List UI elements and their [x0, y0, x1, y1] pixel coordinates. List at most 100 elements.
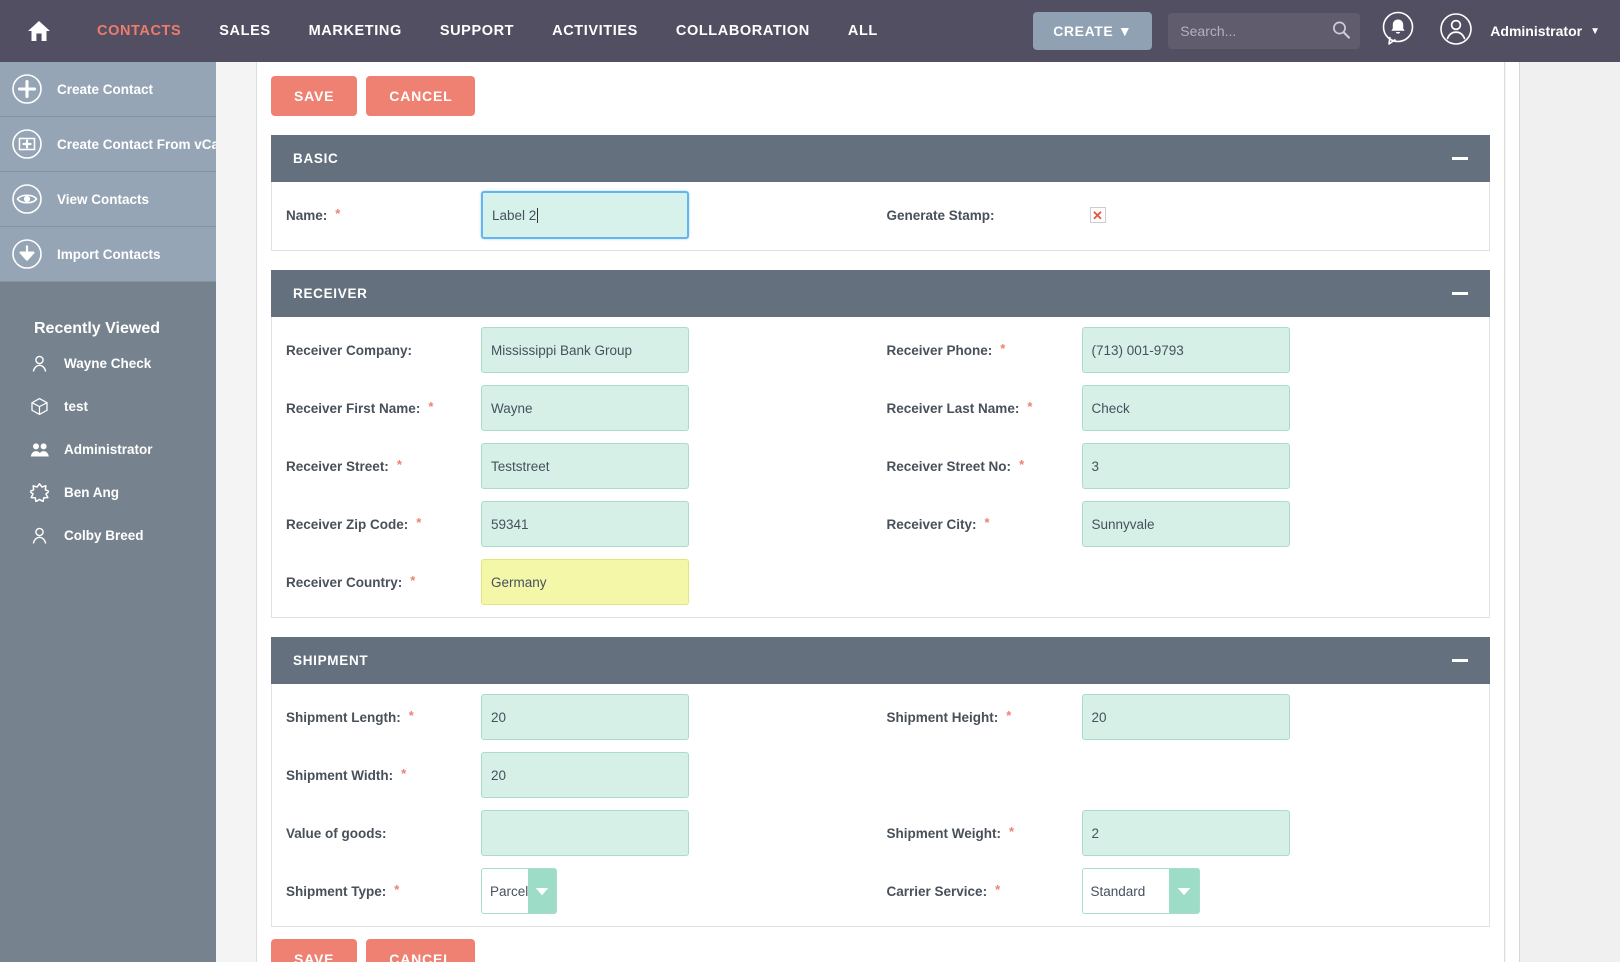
people-icon	[30, 440, 52, 459]
search-icon[interactable]	[1331, 20, 1351, 45]
save-button-bottom[interactable]: SAVE	[271, 939, 357, 962]
recent-item-test[interactable]: test	[0, 389, 216, 424]
top-navigation-right: CREATE ▼ A	[1033, 0, 1620, 62]
user-avatar-icon[interactable]	[1436, 9, 1476, 54]
sidebar-item-label: View Contacts	[57, 192, 149, 207]
home-icon[interactable]	[26, 18, 52, 44]
nav-link-all[interactable]: ALL	[829, 23, 897, 39]
field-row-zip-city: Receiver Zip Code: * 59341 Receiver City…	[272, 495, 1489, 553]
create-button[interactable]: CREATE ▼	[1033, 12, 1152, 50]
chevron-down-icon[interactable]	[528, 869, 556, 913]
required-marker: *	[1027, 400, 1032, 413]
recent-item-administrator[interactable]: Administrator	[0, 432, 216, 467]
field-label-shipment-height: Shipment Height: *	[887, 710, 1082, 725]
label-text: Receiver Street No:	[887, 459, 1012, 474]
minus-icon[interactable]	[1452, 659, 1468, 662]
required-marker: *	[409, 709, 414, 722]
chevron-down-icon[interactable]	[1169, 869, 1199, 913]
panel-basic-body: Name: * Label 2 Generate Stamp: ✕	[271, 182, 1490, 251]
recent-item-colby-breed[interactable]: Colby Breed	[0, 518, 216, 553]
star-burst-icon	[30, 483, 52, 502]
field-receiver-street: Receiver Street: * Teststreet	[272, 437, 881, 495]
recent-item-label: test	[64, 399, 88, 414]
field-row-first-last-name: Receiver First Name: * Wayne Receiver La…	[272, 379, 1489, 437]
cancel-button-top[interactable]: CANCEL	[366, 76, 475, 116]
nav-link-activities[interactable]: ACTIVITIES	[533, 23, 657, 39]
name-input[interactable]: Label 2	[481, 191, 689, 239]
field-label-shipment-weight: Shipment Weight: *	[887, 826, 1082, 841]
required-marker: *	[394, 883, 399, 896]
top-action-bar: SAVE CANCEL	[257, 62, 1504, 116]
shipment-weight-input[interactable]: 2	[1082, 810, 1290, 856]
receiver-street-no-input[interactable]: 3	[1082, 443, 1290, 489]
field-row-company-phone: Receiver Company: Mississippi Bank Group…	[272, 321, 1489, 379]
receiver-first-name-input[interactable]: Wayne	[481, 385, 689, 431]
sidebar-item-view-contacts[interactable]: View Contacts	[0, 172, 216, 227]
field-receiver-zip: Receiver Zip Code: * 59341	[272, 495, 881, 553]
user-menu-chevron-down-icon[interactable]: ▼	[1590, 26, 1600, 37]
panel-receiver-body: Receiver Company: Mississippi Bank Group…	[271, 317, 1490, 618]
main-nav-links: CONTACTS SALES MARKETING SUPPORT ACTIVIT…	[78, 23, 897, 39]
nav-link-contacts[interactable]: CONTACTS	[78, 23, 200, 39]
label-text: Receiver Company:	[286, 343, 412, 358]
panel-shipment: SHIPMENT Shipment Length: * 20 Shipment …	[271, 637, 1490, 927]
field-generate-stamp: Generate Stamp: ✕	[881, 186, 1490, 244]
shipment-width-input[interactable]: 20	[481, 752, 689, 798]
receiver-last-name-input[interactable]: Check	[1082, 385, 1290, 431]
required-marker: *	[1006, 709, 1011, 722]
main-content: SAVE CANCEL BASIC Name: * Label 2	[256, 62, 1505, 962]
minus-icon[interactable]	[1452, 157, 1468, 160]
field-label-receiver-country: Receiver Country: *	[286, 575, 481, 590]
required-marker: *	[410, 574, 415, 587]
sidebar-item-import-contacts[interactable]: Import Contacts	[0, 227, 216, 282]
content-right-strip	[1506, 62, 1520, 962]
sidebar-item-create-contact[interactable]: Create Contact	[0, 62, 216, 117]
generate-stamp-checkbox[interactable]: ✕	[1090, 207, 1106, 223]
receiver-phone-input[interactable]: (713) 001-9793	[1082, 327, 1290, 373]
label-text: Receiver Last Name:	[887, 401, 1020, 416]
field-row-width: Shipment Width: * 20	[272, 746, 1489, 804]
value-of-goods-input[interactable]	[481, 810, 689, 856]
minus-icon[interactable]	[1452, 292, 1468, 295]
shipment-length-input[interactable]: 20	[481, 694, 689, 740]
close-x-icon: ✕	[1092, 209, 1103, 222]
carrier-service-select[interactable]: Standard	[1082, 868, 1200, 914]
home-glyph	[26, 19, 52, 43]
sidebar: Create Contact Create Contact From vCard…	[0, 62, 216, 962]
label-text: Value of goods:	[286, 826, 387, 841]
nav-link-sales[interactable]: SALES	[200, 23, 289, 39]
field-row-country: Receiver Country: * Germany	[272, 553, 1489, 611]
cancel-button-bottom[interactable]: CANCEL	[366, 939, 475, 962]
field-name: Name: * Label 2	[272, 186, 881, 244]
label-text: Receiver City:	[887, 517, 977, 532]
required-marker: *	[335, 207, 340, 220]
receiver-city-input[interactable]: Sunnyvale	[1082, 501, 1290, 547]
shipment-height-input[interactable]: 20	[1082, 694, 1290, 740]
recent-item-wayne-check[interactable]: Wayne Check	[0, 346, 216, 381]
recent-item-ben-ang[interactable]: Ben Ang	[0, 475, 216, 510]
label-text: Receiver Zip Code:	[286, 517, 408, 532]
field-receiver-last-name: Receiver Last Name: * Check	[881, 379, 1490, 437]
shipment-type-select[interactable]: Parcel	[481, 868, 557, 914]
receiver-country-input[interactable]: Germany	[481, 559, 689, 605]
field-label-receiver-company: Receiver Company:	[286, 343, 481, 358]
receiver-zip-input[interactable]: 59341	[481, 501, 689, 547]
field-shipment-width: Shipment Width: * 20	[272, 746, 881, 804]
nav-link-collaboration[interactable]: COLLABORATION	[657, 23, 829, 39]
nav-link-marketing[interactable]: MARKETING	[290, 23, 421, 39]
user-name-label[interactable]: Administrator	[1490, 23, 1582, 39]
receiver-street-input[interactable]: Teststreet	[481, 443, 689, 489]
field-label-shipment-width: Shipment Width: *	[286, 768, 481, 783]
label-text: Receiver Country:	[286, 575, 402, 590]
label-text: Carrier Service:	[887, 884, 988, 899]
field-row-street: Receiver Street: * Teststreet Receiver S…	[272, 437, 1489, 495]
sidebar-item-create-contact-from-vcard[interactable]: Create Contact From vCard	[0, 117, 216, 172]
save-button-top[interactable]: SAVE	[271, 76, 357, 116]
field-receiver-company: Receiver Company: Mississippi Bank Group	[272, 321, 881, 379]
search-box[interactable]	[1168, 13, 1360, 49]
panel-basic-title: BASIC	[293, 151, 339, 166]
receiver-company-input[interactable]: Mississippi Bank Group	[481, 327, 689, 373]
nav-link-support[interactable]: SUPPORT	[421, 23, 533, 39]
bell-notification-icon[interactable]	[1378, 9, 1418, 54]
recent-item-label: Wayne Check	[64, 356, 151, 371]
